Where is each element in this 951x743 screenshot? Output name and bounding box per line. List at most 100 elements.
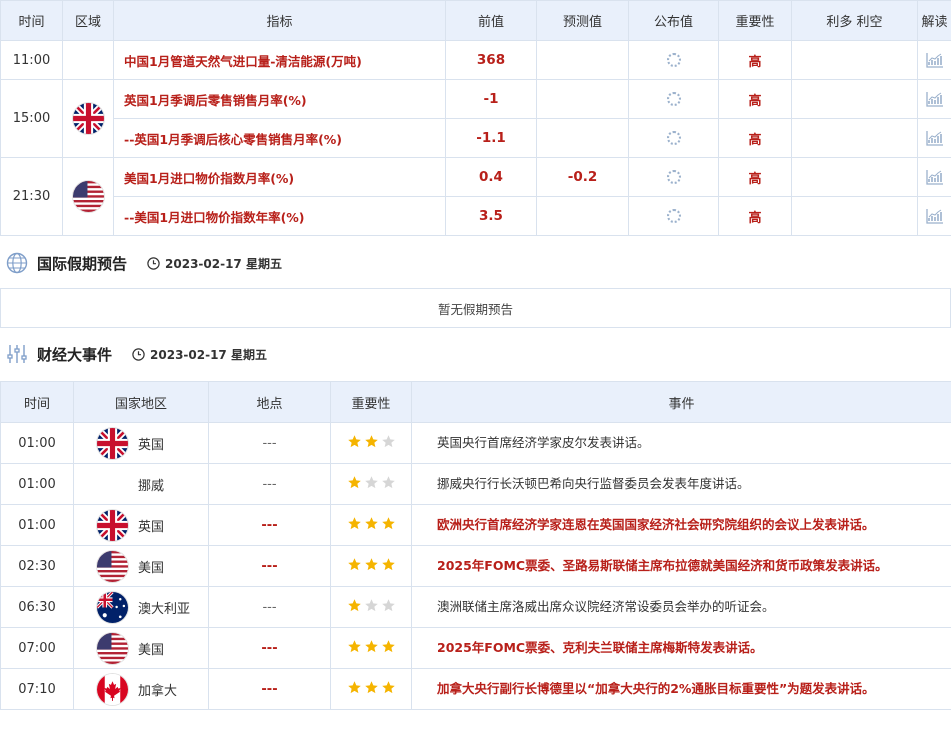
indicator-row: 21:30 美国1月进口物价指数月率(%) 0.4 -0.2 高 [0, 157, 951, 236]
indicator-analysis[interactable] [917, 157, 951, 197]
indicator-name[interactable]: 美国1月进口物价指数月率(%) [113, 157, 446, 197]
event-time: 07:00 [0, 627, 74, 669]
event-country: 美国 [73, 627, 209, 669]
uk-flag-icon [97, 509, 128, 541]
loading-spinner-icon [666, 53, 681, 67]
event-row: 07:00 美国 --- 2025年FOMC票委、克利夫兰联储主席梅斯特发表讲话。 [0, 627, 951, 669]
ca-flag-icon [97, 673, 128, 705]
col-indicator: 指标 [113, 0, 446, 41]
holiday-date: 2023-02-17 星期五 [165, 256, 282, 271]
indicator-forecast [536, 196, 629, 236]
col-event: 事件 [411, 381, 951, 423]
indicator-name[interactable]: 中国1月管道天然气进口量-清洁能源(万吨) [113, 40, 446, 80]
indicator-analysis[interactable] [917, 79, 951, 119]
event-time: 02:30 [0, 545, 74, 587]
indicator-header-row: 时间 区域 指标 前值 预测值 公布值 重要性 利多 利空 解读 [0, 0, 951, 41]
event-country: 澳大利亚 [73, 586, 209, 628]
loading-spinner-icon [666, 131, 681, 145]
star-filled-icon [364, 434, 378, 447]
event-description[interactable]: 欧洲央行首席经济学家连恩在英国国家经济社会研究院组织的会议上发表讲话。 [411, 504, 951, 546]
holiday-empty-text: 暂无假期预告 [437, 301, 513, 317]
chart-analysis-icon[interactable] [925, 52, 944, 68]
event-description[interactable]: 澳洲联储主席洛威出席众议院经济常设委员会举办的听证会。 [411, 586, 951, 628]
col-analysis: 解读 [917, 0, 951, 41]
loading-spinner-icon [666, 209, 681, 223]
event-location: --- [208, 463, 331, 505]
col-actual: 公布值 [628, 0, 719, 41]
indicator-name[interactable]: 英国1月季调后零售销售月率(%) [113, 79, 446, 119]
indicator-actual [628, 118, 719, 158]
indicator-actual [628, 40, 719, 80]
indicator-time: 15:00 [0, 79, 63, 158]
indicator-row: 11:00 中国1月管道天然气进口量-清洁能源(万吨) 368 高 [0, 40, 951, 80]
indicator-previous: 3.5 [445, 196, 537, 236]
event-row: 07:10 加拿大 --- 加拿大央行副行长博德里以“加拿大央行的2%通胀目标重要性”… [0, 668, 951, 710]
event-row: 01:00 英国 --- 英国央行首席经济学家皮尔发表讲话。 [0, 422, 951, 464]
indicator-previous: 0.4 [445, 157, 537, 197]
star-filled-icon [364, 639, 378, 652]
loading-spinner-icon [666, 170, 681, 184]
star-filled-icon [381, 680, 395, 693]
indicator-bull-bear [791, 40, 918, 80]
event-location: --- [208, 586, 331, 628]
event-description[interactable]: 加拿大央行副行长博德里以“加拿大央行的2%通胀目标重要性”为题发表讲话。 [411, 668, 951, 710]
event-location: --- [208, 545, 331, 587]
events-section-header: 财经大事件 2023-02-17 星期五 [0, 341, 267, 367]
star-filled-icon [364, 680, 378, 693]
star-filled-icon [381, 639, 395, 652]
event-description[interactable]: 挪威央行行长沃顿巴希向央行监督委员会发表年度讲话。 [411, 463, 951, 505]
chart-analysis-icon[interactable] [925, 130, 944, 146]
holiday-section-header: 国际假期预告 2023-02-17 星期五 [0, 250, 282, 276]
us-flag-icon [72, 181, 104, 212]
indicator-row: --美国1月进口物价指数年率(%) 3.5 高 [1, 196, 951, 236]
chart-analysis-icon[interactable] [925, 208, 944, 224]
event-importance [330, 504, 412, 546]
events-title: 财经大事件 [37, 345, 113, 364]
indicator-name[interactable]: --美国1月进口物价指数年率(%) [113, 196, 446, 236]
indicator-importance: 高 [718, 40, 792, 80]
region-cell [62, 157, 114, 236]
event-country: 挪威 [73, 463, 209, 505]
sliders-icon [6, 343, 28, 365]
indicator-previous: -1.1 [445, 118, 537, 158]
indicator-forecast [536, 79, 629, 119]
event-description[interactable]: 2025年FOMC票委、圣路易斯联储主席布拉德就美国经济和货币政策发表讲话。 [411, 545, 951, 587]
indicator-bull-bear [791, 157, 918, 197]
indicator-analysis[interactable] [917, 40, 951, 80]
au-flag-icon [97, 591, 128, 623]
events-body: 01:00 英国 --- 英国央行首席经济学家皮尔发表讲话。 01:00 挪威 --- 挪威央… [0, 422, 951, 710]
star-filled-icon [364, 516, 378, 529]
event-country-name: 美国 [138, 642, 165, 658]
event-importance [330, 668, 412, 710]
star-filled-icon [364, 557, 378, 570]
indicator-name[interactable]: --英国1月季调后核心零售销售月率(%) [113, 118, 446, 158]
event-country: 英国 [73, 422, 209, 464]
chart-analysis-icon[interactable] [925, 91, 944, 107]
event-importance [330, 586, 412, 628]
event-importance [330, 545, 412, 587]
indicator-time: 11:00 [0, 40, 63, 80]
events-date: 2023-02-17 星期五 [150, 347, 267, 362]
event-country-name: 英国 [138, 519, 165, 535]
us-flag-icon [97, 550, 128, 582]
indicator-previous: 368 [445, 40, 537, 80]
indicator-analysis[interactable] [917, 118, 951, 158]
col-location: 地点 [208, 381, 331, 423]
indicator-bull-bear [791, 118, 918, 158]
event-importance [330, 463, 412, 505]
col-region: 区域 [62, 0, 114, 41]
us-flag-icon [97, 632, 128, 664]
importance-stars [347, 639, 396, 654]
indicator-actual [628, 79, 719, 119]
event-row: 02:30 美国 --- 2025年FOMC票委、圣路易斯联储主席布拉德就美国经济和货… [0, 545, 951, 587]
indicator-importance: 高 [718, 157, 792, 197]
event-row: 01:00 英国 --- 欧洲央行首席经济学家连恩在英国国家经济社会研究院组织的会议上… [0, 504, 951, 546]
clock-icon [132, 347, 145, 361]
event-importance [330, 627, 412, 669]
col-time: 时间 [0, 381, 74, 423]
chart-analysis-icon[interactable] [925, 169, 944, 185]
indicator-analysis[interactable] [917, 196, 951, 236]
event-description[interactable]: 2025年FOMC票委、克利夫兰联储主席梅斯特发表讲话。 [411, 627, 951, 669]
event-country-name: 英国 [138, 437, 165, 453]
event-description[interactable]: 英国央行首席经济学家皮尔发表讲话。 [411, 422, 951, 464]
